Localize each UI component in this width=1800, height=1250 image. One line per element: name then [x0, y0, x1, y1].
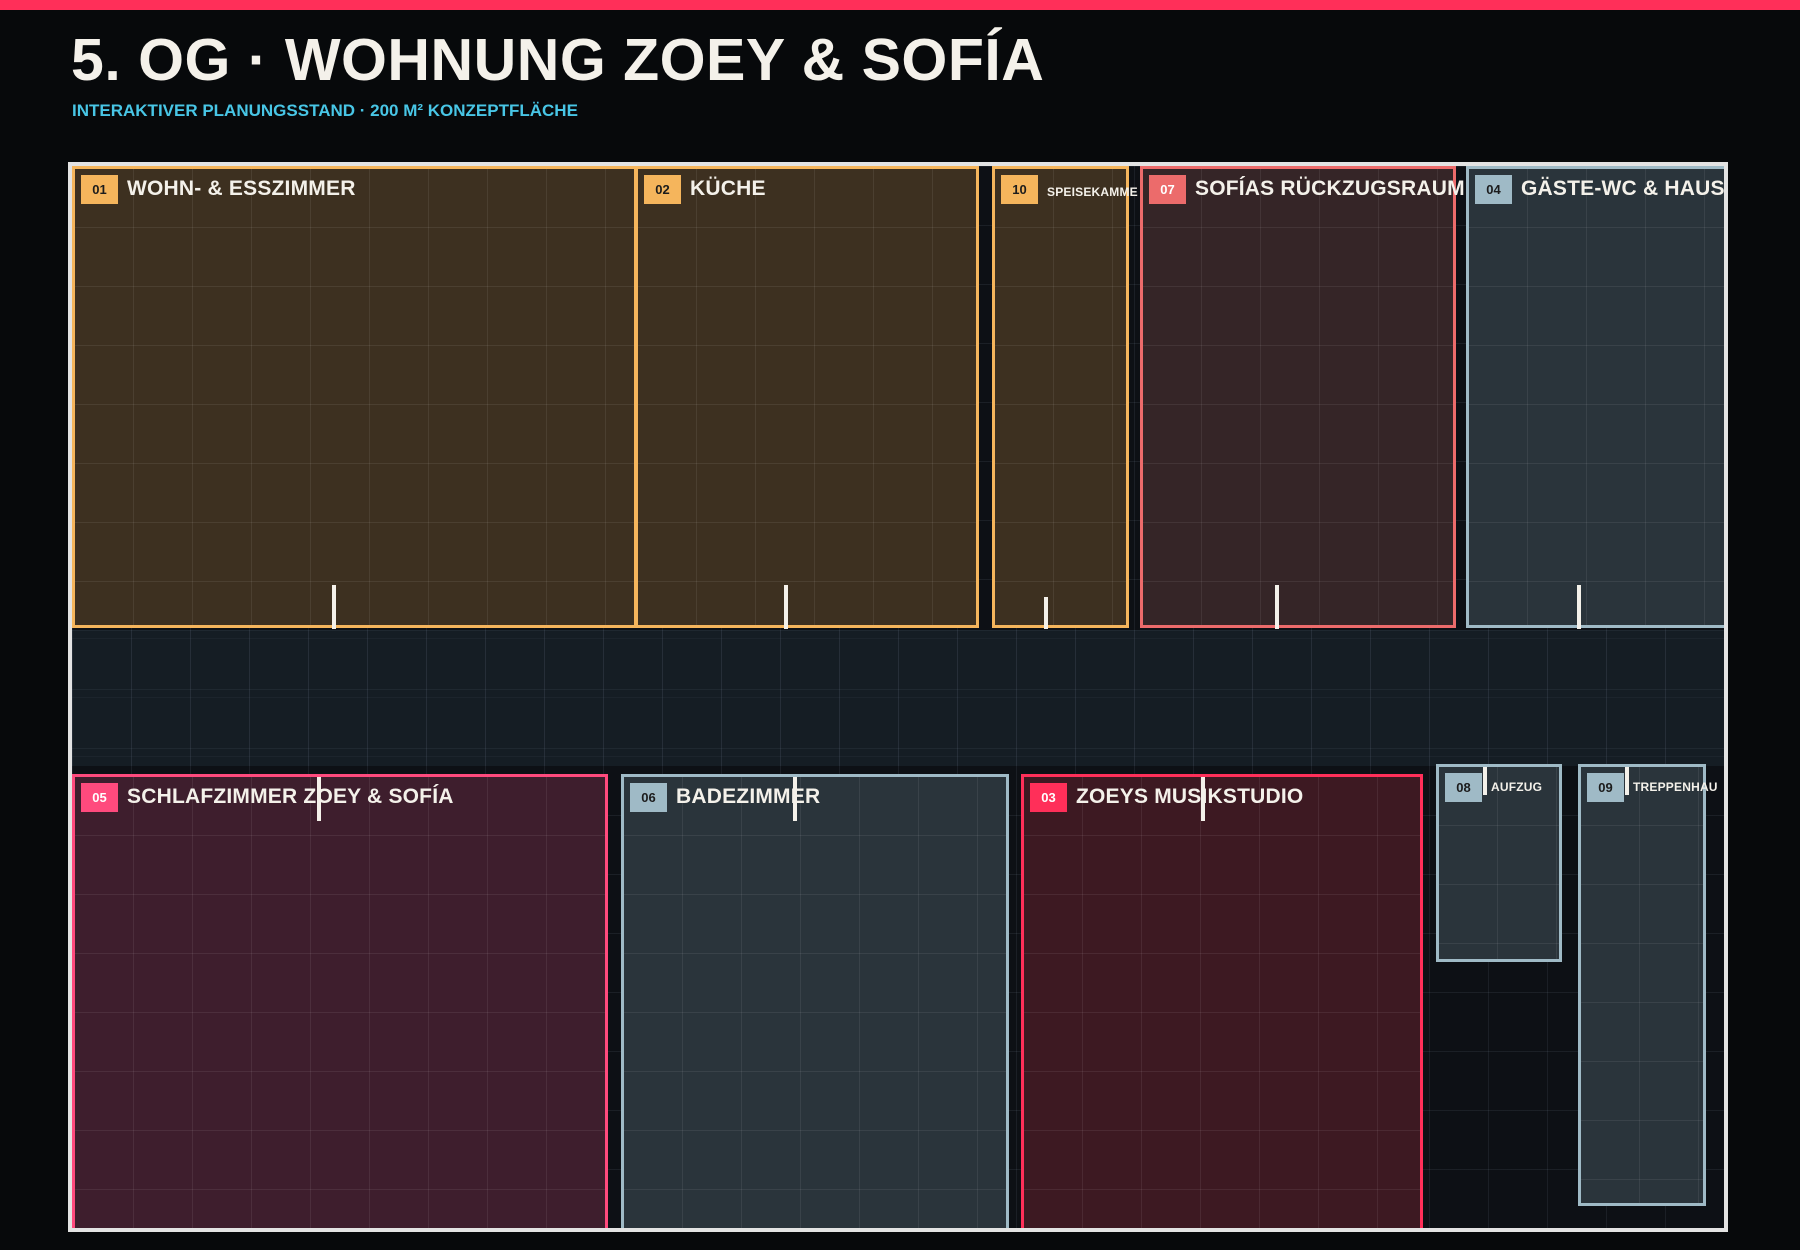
room-gaeste-wc-hauswirtschaft[interactable]: 04 GÄSTE-WC & HAUSWIRTSC — [1466, 166, 1725, 629]
accent-bar — [0, 0, 1800, 10]
room-treppenhaus[interactable]: 09 TREPPENHAU — [1578, 764, 1717, 1206]
door-marker — [1577, 585, 1581, 629]
room-name: SPEISEKAMME — [1047, 185, 1138, 199]
door-marker — [784, 585, 788, 629]
room-name: WOHN- & ESSZIMMER — [127, 177, 356, 200]
room-number-badge: 04 — [1475, 175, 1512, 204]
room-kueche[interactable]: 02 KÜCHE — [635, 166, 979, 629]
floor-plan: 01 WOHN- & ESSZIMMER 02 KÜCHE 10 SPEISEK… — [68, 162, 1728, 1232]
door-marker — [1275, 585, 1279, 629]
room-number-badge: 08 — [1445, 773, 1482, 802]
page-subtitle: INTERAKTIVER PLANUNGSSTAND · 200 M² KONZ… — [72, 101, 578, 120]
room-number-badge: 03 — [1030, 783, 1067, 812]
room-sofias-rueckzugsraum[interactable]: 07 SOFÍAS RÜCKZUGSRAUM — [1140, 166, 1465, 629]
room-number-badge: 01 — [81, 175, 118, 204]
room-number-badge: 06 — [630, 783, 667, 812]
room-name: ZOEYS MUSIKSTUDIO — [1076, 785, 1304, 808]
page-title: 5. OG · WOHNUNG ZOEY & SOFÍA — [71, 27, 1045, 93]
door-marker — [1625, 767, 1629, 795]
room-name: GÄSTE-WC & HAUSWIRTSC — [1521, 177, 1725, 200]
room-number-badge: 02 — [644, 175, 681, 204]
room-name: AUFZUG — [1491, 780, 1543, 794]
room-schlafzimmer[interactable]: 05 SCHLAFZIMMER ZOEY & SOFÍA — [72, 774, 608, 1228]
room-wohn-esszimmer[interactable]: 01 WOHN- & ESSZIMMER — [72, 166, 637, 629]
door-marker — [317, 777, 321, 821]
room-name: SCHLAFZIMMER ZOEY & SOFÍA — [127, 785, 454, 808]
room-number-badge: 05 — [81, 783, 118, 812]
room-name: TREPPENHAU — [1633, 780, 1718, 794]
room-musikstudio[interactable]: 03 ZOEYS MUSIKSTUDIO — [1021, 774, 1423, 1228]
door-marker — [332, 585, 336, 629]
door-marker — [793, 777, 797, 821]
door-marker — [1044, 597, 1048, 629]
room-name: SOFÍAS RÜCKZUGSRAUM — [1195, 177, 1465, 200]
room-number-badge: 10 — [1001, 175, 1038, 204]
room-aufzug[interactable]: 08 AUFZUG — [1436, 764, 1562, 962]
room-number-badge: 09 — [1587, 773, 1624, 802]
room-number-badge: 07 — [1149, 175, 1186, 204]
door-marker — [1201, 777, 1205, 821]
room-badezimmer[interactable]: 06 BADEZIMMER — [621, 774, 1009, 1228]
corridor — [72, 630, 1724, 766]
door-marker — [1483, 767, 1487, 795]
room-speisekammer[interactable]: 10 SPEISEKAMME — [992, 166, 1138, 629]
room-name: BADEZIMMER — [676, 785, 821, 808]
room-name: KÜCHE — [690, 177, 766, 200]
